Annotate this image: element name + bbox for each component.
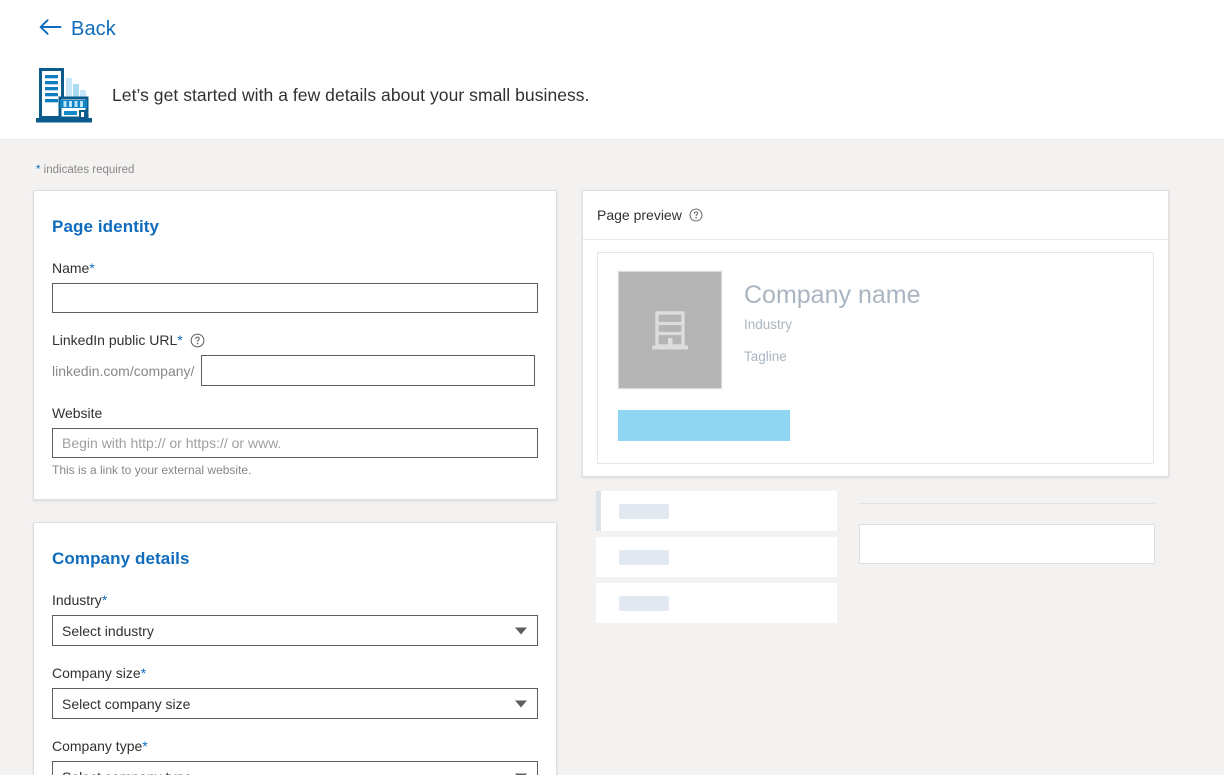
public-url-label: LinkedIn public URL * [52, 331, 538, 349]
office-building-icon [36, 64, 92, 126]
page-identity-card: Page identity Name * LinkedIn public URL * [33, 190, 557, 500]
public-url-prefix: linkedin.com/company/ [52, 362, 195, 379]
preview-company-name: Company name [744, 281, 921, 309]
required-legend-text: indicates required [40, 164, 135, 176]
public-url-row: linkedin.com/company/ [52, 355, 538, 386]
company-details-title: Company details [52, 549, 190, 568]
company-size-label: Company size * [52, 664, 538, 682]
skeleton-row [596, 537, 837, 577]
industry-select-wrap: Select industry [52, 615, 538, 646]
public-url-input[interactable] [201, 355, 536, 386]
preview-company-meta: Company name Industry Tagline [744, 271, 920, 389]
industry-label-text: Industry [52, 592, 102, 608]
website-label-text: Website [52, 405, 103, 421]
field-industry: Industry * Select industry [52, 591, 538, 646]
name-input[interactable] [52, 283, 538, 313]
company-details-card: Company details Industry * Select industr… [33, 522, 557, 775]
preview-button-placeholder [618, 410, 790, 441]
skeleton-left-column [596, 491, 837, 629]
company-type-required-mark: * [142, 738, 148, 754]
required-legend: * indicates required [36, 164, 134, 176]
preview-top-row: Company name Industry Tagline [618, 271, 1133, 389]
field-website: Website This is a link to your external … [52, 404, 538, 477]
header-intro: Let’s get started with a few details abo… [36, 64, 590, 126]
question-circle-icon[interactable] [190, 333, 205, 348]
website-input[interactable] [52, 428, 538, 458]
content-columns: Page identity Name * LinkedIn public URL * [0, 190, 1224, 775]
company-size-selected-value: Select company size [62, 695, 191, 712]
skeleton-bar [619, 549, 669, 565]
page-preview-header: Page preview [583, 191, 1168, 240]
page-identity-title: Page identity [52, 217, 160, 236]
name-label: Name * [52, 259, 538, 277]
skeleton-bar [619, 503, 669, 519]
question-circle-icon[interactable] [689, 208, 703, 222]
header-intro-text: Let’s get started with a few details abo… [112, 84, 590, 105]
industry-label: Industry * [52, 591, 538, 609]
preview-tagline: Tagline [744, 348, 787, 364]
field-company-type: Company type* Select company type [52, 737, 538, 775]
field-public-url: LinkedIn public URL * linkedin.com/compan… [52, 331, 538, 386]
skeleton-bar [619, 595, 669, 611]
website-hint: This is a link to your external website. [52, 463, 252, 477]
skeleton-row [596, 491, 837, 531]
building-placeholder-icon [618, 271, 722, 389]
company-type-label-text: Company type [52, 738, 143, 754]
company-type-select[interactable]: Select company type [52, 761, 538, 775]
name-label-text: Name [52, 260, 90, 276]
preview-industry: Industry [744, 316, 793, 332]
preview-company-card: Company name Industry Tagline [597, 252, 1154, 464]
skeleton-divider [859, 503, 1155, 504]
company-size-label-text: Company size [52, 665, 141, 681]
industry-required-mark: * [101, 592, 108, 608]
name-required-mark: * [89, 260, 95, 276]
skeleton-card [859, 524, 1155, 564]
company-type-selected-value: Select company type [62, 769, 192, 775]
skeleton-row [596, 583, 837, 623]
industry-selected-value: Select industry [62, 622, 154, 639]
company-size-select-wrap: Select company size [52, 688, 538, 719]
form-column: Page identity Name * LinkedIn public URL * [33, 190, 557, 775]
arrow-left-icon [38, 18, 62, 40]
field-name: Name * [52, 259, 538, 313]
page-header: Back Let’s get started with a few detail… [0, 0, 1224, 140]
company-type-label: Company type * [52, 737, 538, 755]
page-preview-panel: Page preview Company name Industry Tagli… [582, 190, 1169, 477]
public-url-required-mark: * [177, 332, 183, 348]
company-type-select-wrap: Select company type [52, 761, 538, 775]
website-label: Website [52, 404, 538, 422]
preview-skeleton [582, 491, 1169, 629]
public-url-label-text: LinkedIn public URL [52, 332, 178, 348]
back-label: Back [71, 18, 116, 40]
field-company-size: Company size * Select company size [52, 664, 538, 719]
industry-select[interactable]: Select industry [52, 615, 538, 646]
body-area: * indicates required Page identity Name *… [0, 140, 1224, 775]
preview-column: Page preview Company name Industry Tagli… [582, 190, 1169, 775]
back-button[interactable]: Back [38, 18, 116, 40]
company-size-required-mark: * [140, 665, 147, 681]
company-size-select[interactable]: Select company size [52, 688, 538, 719]
skeleton-right-column [859, 491, 1155, 629]
page-preview-title: Page preview [597, 207, 682, 223]
